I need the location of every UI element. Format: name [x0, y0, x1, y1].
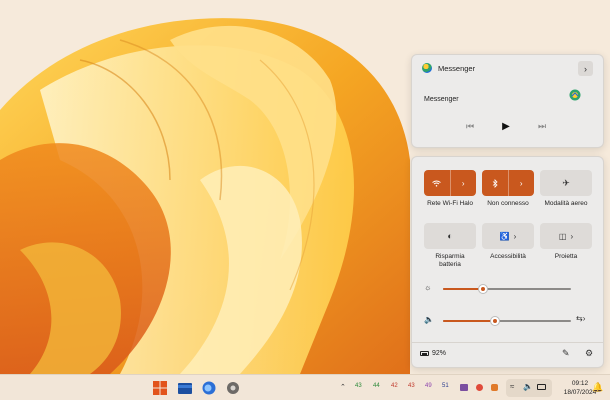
- file-explorer-icon[interactable]: [178, 381, 192, 395]
- battery-percent: 92%: [432, 350, 447, 357]
- airplane-icon: ✈: [562, 177, 570, 188]
- bluetooth-chevron-icon[interactable]: ›: [509, 170, 535, 196]
- volume-thumb[interactable]: [490, 316, 500, 326]
- speaker-icon: 🔈: [523, 382, 533, 391]
- bluetooth-tile[interactable]: ›: [482, 170, 534, 196]
- battery-saver-icon: ◐: [447, 231, 453, 241]
- windows-start-icon[interactable]: [153, 381, 167, 395]
- taskbar: ⌃ 43 44 42 43 49 51 ≈ 🔈 09:12 18/07/2024…: [0, 374, 610, 400]
- tray-app-icon[interactable]: [460, 384, 468, 391]
- battery-saver-label: Risparmia batteria: [435, 253, 465, 268]
- tray-number-4[interactable]: 43: [408, 383, 415, 389]
- battery-icon: [537, 384, 546, 390]
- wifi-icon: ≈: [510, 382, 515, 391]
- settings-icon[interactable]: [226, 381, 240, 395]
- accessibility-tile[interactable]: ♿ ›: [482, 223, 534, 249]
- battery-icon: [420, 351, 429, 356]
- battery-saver-tile[interactable]: ◐: [424, 223, 476, 249]
- wifi-icon[interactable]: [424, 170, 450, 196]
- cast-tile[interactable]: ◫ ›: [540, 223, 592, 249]
- chevron-right-icon: ›: [584, 63, 587, 74]
- next-icon[interactable]: ⏭: [536, 121, 548, 132]
- cast-label: Proietta: [554, 253, 578, 260]
- quick-settings-panel: › Rete Wi-Fi Halo › Non connesso ✈ Modal…: [411, 156, 604, 368]
- volume-slider[interactable]: [443, 316, 571, 326]
- media-title: Messenger: [424, 96, 459, 103]
- brightness-slider[interactable]: [443, 284, 571, 294]
- pencil-icon[interactable]: ✎: [562, 348, 570, 359]
- messenger-icon: [422, 63, 432, 73]
- wifi-tile[interactable]: ›: [424, 170, 476, 196]
- volume-slider-row: 🔈 ⇆›: [424, 314, 594, 327]
- quick-settings-footer: 92% ✎ ⚙: [412, 342, 603, 368]
- audio-output-icon[interactable]: ⇆›: [576, 314, 585, 323]
- tray-app-icon[interactable]: [476, 384, 483, 391]
- messenger-thumbnail-icon: [569, 89, 581, 101]
- brightness-fill: [443, 288, 483, 290]
- brightness-thumb[interactable]: [478, 284, 488, 294]
- media-flyout: Messenger › Messenger ⏮ ▶ ⏭: [411, 54, 604, 148]
- wifi-chevron-icon[interactable]: ›: [451, 170, 477, 196]
- battery-status[interactable]: 92%: [420, 350, 446, 357]
- tray-number-1[interactable]: 43: [355, 383, 362, 389]
- play-icon[interactable]: ▶: [500, 121, 512, 132]
- chevron-right-icon: ›: [570, 231, 574, 241]
- speaker-icon[interactable]: 🔈: [424, 315, 434, 324]
- brightness-slider-row: ☼: [424, 283, 594, 295]
- tray-number-2[interactable]: 44: [373, 383, 380, 389]
- bluetooth-label: Non connesso: [487, 200, 529, 207]
- cast-icon: ◫: [558, 231, 567, 241]
- media-header: Messenger: [422, 63, 475, 73]
- tray-number-6[interactable]: 51: [442, 383, 449, 389]
- accessibility-icon: ♿: [499, 231, 510, 241]
- gear-icon[interactable]: ⚙: [585, 348, 593, 359]
- airplane-mode-tile[interactable]: ✈: [540, 170, 592, 196]
- media-expand-button[interactable]: ›: [578, 61, 593, 76]
- chevron-right-icon: ›: [513, 231, 517, 241]
- volume-fill: [443, 320, 495, 322]
- bluetooth-icon[interactable]: [482, 170, 508, 196]
- media-controls: ⏮ ▶ ⏭: [464, 121, 548, 132]
- media-app-name: Messenger: [438, 63, 476, 73]
- accessibility-label: Accessibilità: [490, 253, 526, 260]
- tray-number-3[interactable]: 42: [391, 383, 398, 389]
- airplane-mode-label: Modalità aereo: [544, 200, 588, 207]
- notification-bell-icon[interactable]: 🔔: [592, 382, 603, 393]
- brightness-icon: ☼: [424, 283, 432, 292]
- show-hidden-icons-chevron-icon[interactable]: ⌃: [340, 383, 346, 391]
- wifi-label: Rete Wi-Fi Halo: [427, 200, 473, 207]
- tray-number-5[interactable]: 49: [425, 383, 432, 389]
- firefox-icon[interactable]: [202, 381, 216, 395]
- tray-app-icon[interactable]: [491, 384, 498, 391]
- previous-icon[interactable]: ⏮: [464, 121, 476, 132]
